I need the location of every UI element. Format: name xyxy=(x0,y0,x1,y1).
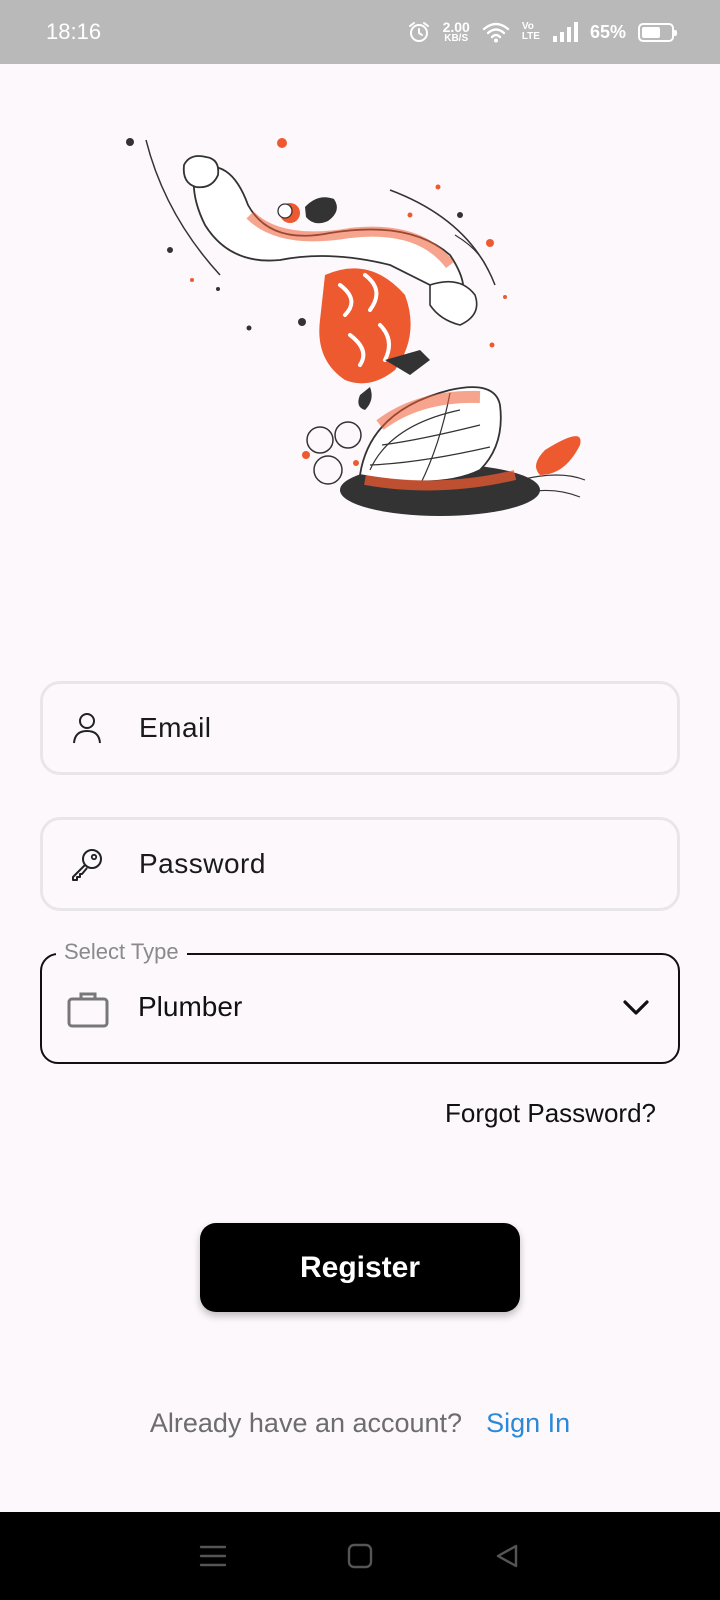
chevron-down-icon[interactable] xyxy=(622,997,650,1019)
signal-icon xyxy=(552,22,578,42)
person-icon xyxy=(69,710,105,746)
status-bar: 18:16 2.00 KB/S Vo LTE 65% xyxy=(0,0,720,64)
email-field[interactable]: Email xyxy=(40,681,680,775)
battery-level-fill xyxy=(642,26,661,38)
forgot-password-link[interactable]: Forgot Password? xyxy=(445,1098,656,1129)
battery-icon xyxy=(638,22,677,42)
chef-illustration xyxy=(126,138,586,516)
alarm-icon xyxy=(408,22,429,42)
battery-percent: 65% xyxy=(589,21,626,42)
email-label: Email xyxy=(139,712,212,743)
key-icon xyxy=(69,846,105,882)
signin-prompt: Already have an account? xyxy=(149,1408,463,1438)
status-icons: 2.00 KB/S Vo LTE 65% xyxy=(407,19,677,44)
briefcase-icon xyxy=(67,992,109,1028)
type-value: Plumber xyxy=(138,991,243,1022)
volte-indicator: Vo LTE xyxy=(521,20,540,42)
type-dropdown[interactable]: Select Type Plumber xyxy=(40,939,680,1064)
register-button[interactable]: Register xyxy=(200,1223,520,1312)
password-field[interactable]: Password xyxy=(40,817,680,911)
back-icon[interactable] xyxy=(487,1536,527,1576)
navigation-bar xyxy=(0,1512,720,1600)
home-icon[interactable] xyxy=(340,1536,380,1576)
menu-icon[interactable] xyxy=(193,1536,233,1576)
wifi-icon xyxy=(482,22,510,43)
status-time: 18:16 xyxy=(46,19,102,44)
type-legend: Select Type xyxy=(56,939,187,965)
password-label: Password xyxy=(139,848,266,879)
signin-row: Already have an account? Sign In xyxy=(0,1408,720,1439)
network-speed: 2.00 KB/S xyxy=(442,19,470,44)
signin-link[interactable]: Sign In xyxy=(486,1408,570,1439)
